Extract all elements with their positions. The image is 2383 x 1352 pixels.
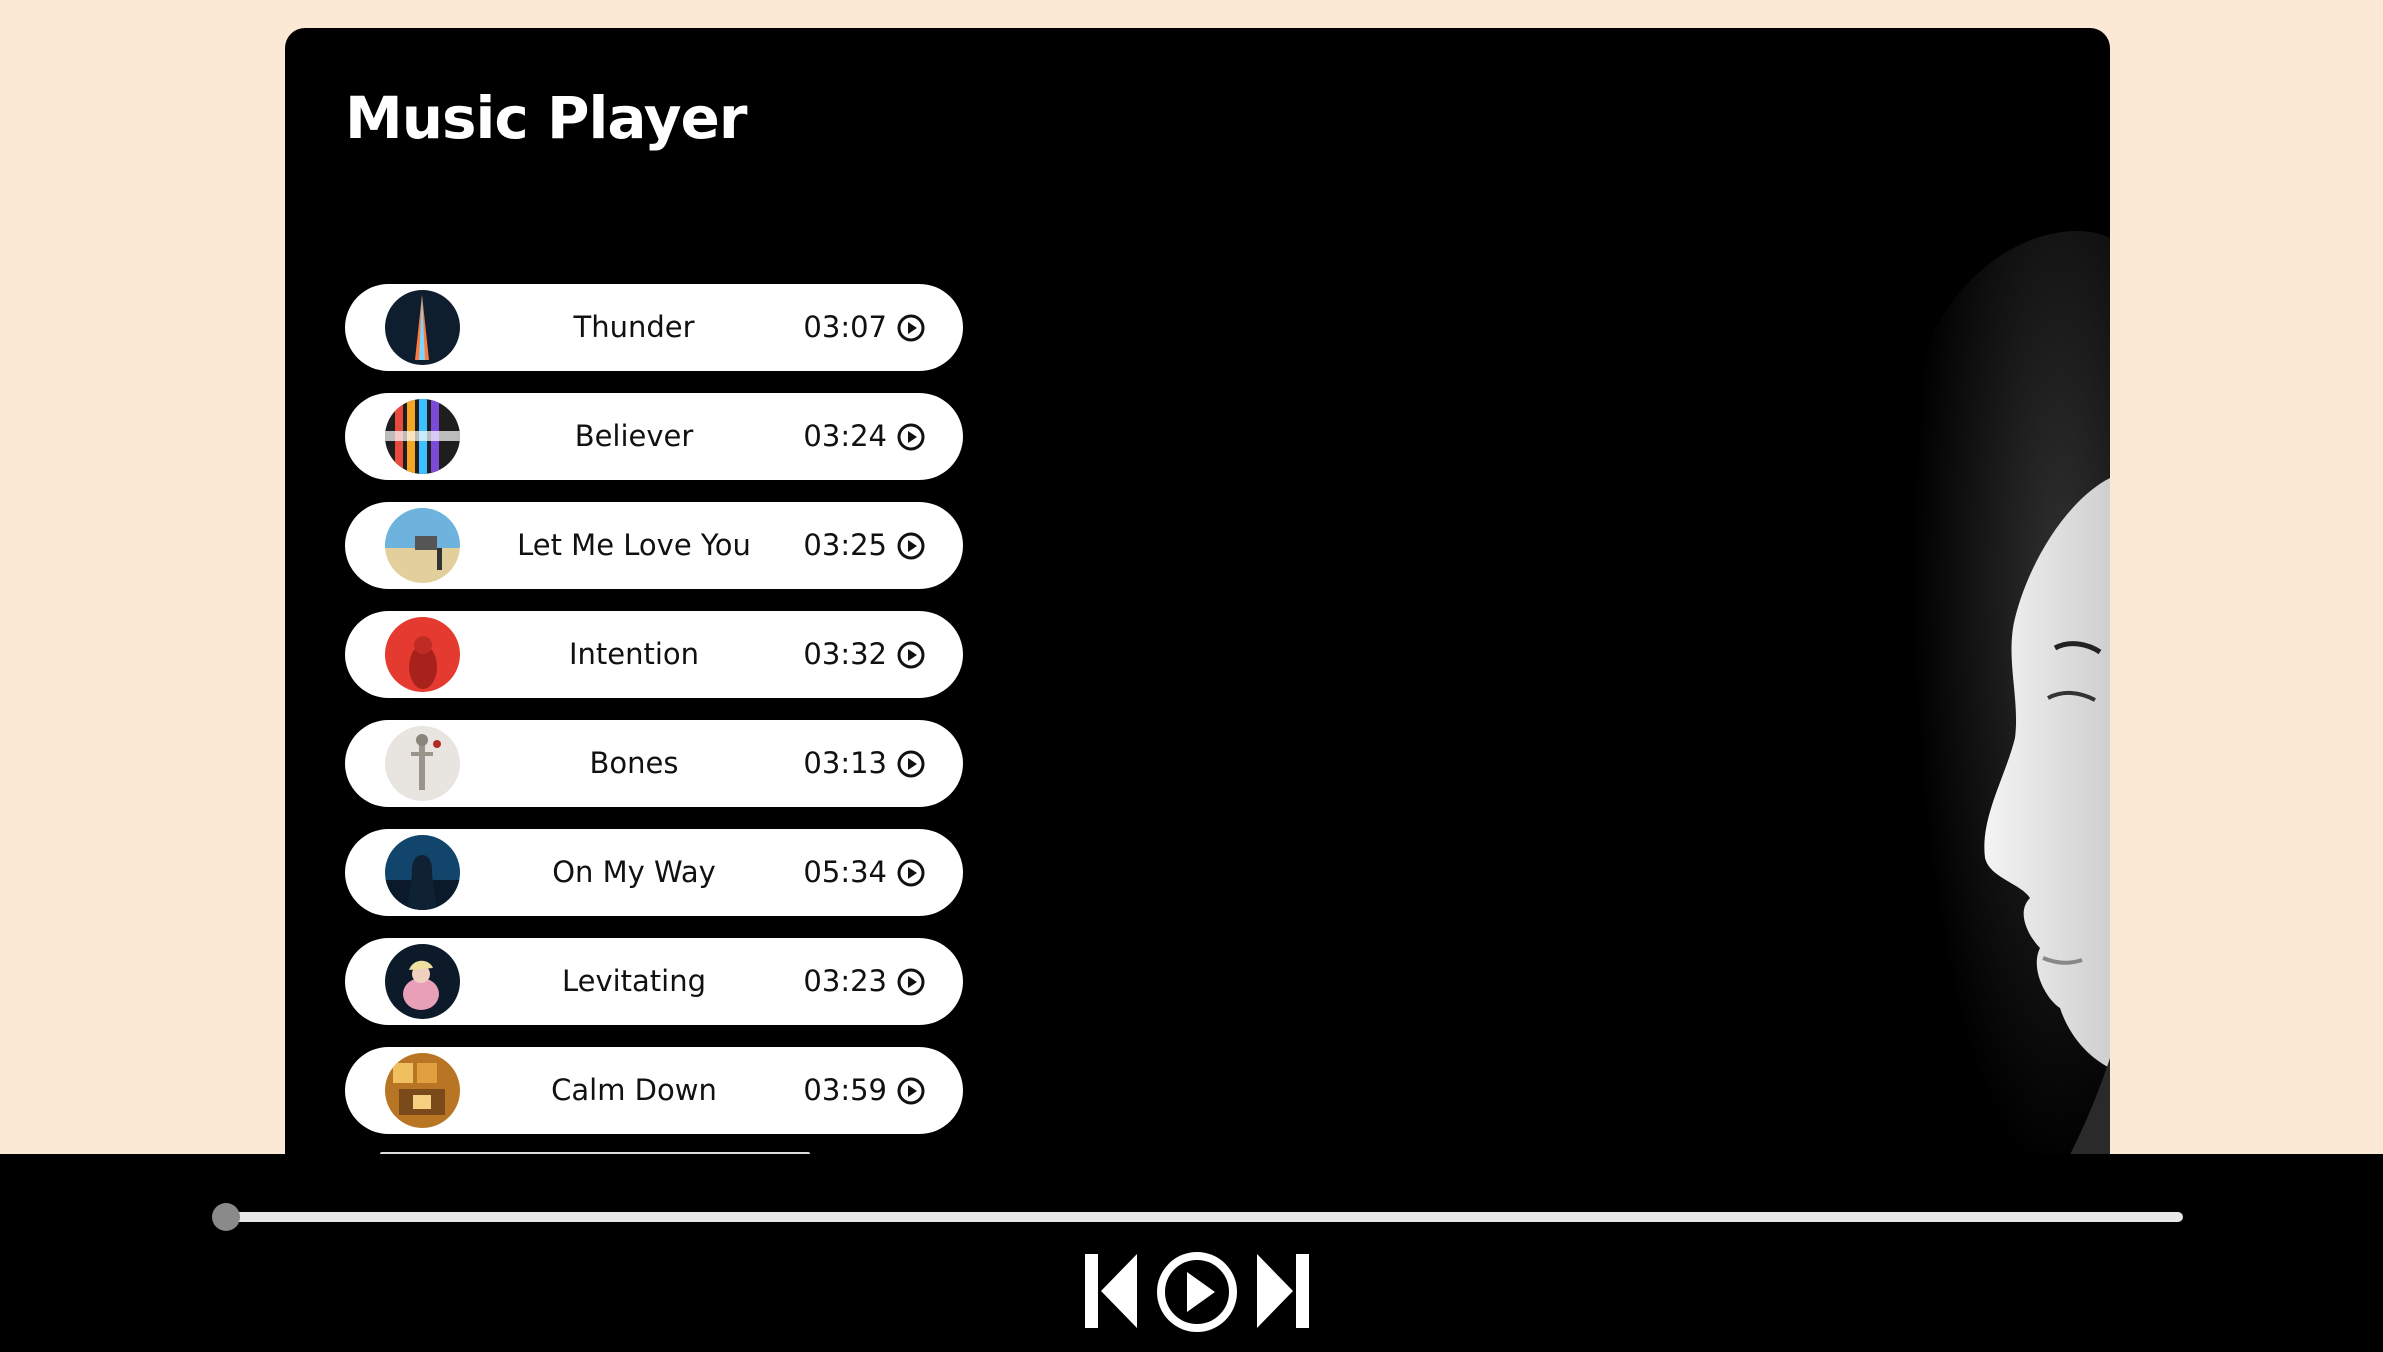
song-duration: 03:23 <box>803 964 887 998</box>
play-circle-icon[interactable] <box>897 641 925 669</box>
play-circle-icon[interactable] <box>897 750 925 778</box>
song-duration: 03:59 <box>803 1073 887 1107</box>
play-circle-icon[interactable] <box>897 859 925 887</box>
album-cover <box>385 508 460 583</box>
song-duration: 03:07 <box>803 310 887 344</box>
song-row[interactable]: Levitating 03:23 <box>345 938 963 1025</box>
song-title: Calm Down <box>551 1073 717 1107</box>
song-duration: 03:32 <box>803 637 887 671</box>
play-icon[interactable] <box>1155 1250 1239 1334</box>
song-row[interactable]: Intention 03:32 <box>345 611 963 698</box>
song-row[interactable]: Calm Down 03:59 <box>345 1047 963 1134</box>
play-circle-icon[interactable] <box>897 968 925 996</box>
player-controls-bar <box>0 1154 2383 1352</box>
player-panel: Music Player Thunder 03:07 Believer 03:2… <box>285 28 2110 1228</box>
song-title: Believer <box>574 419 694 453</box>
skip-back-icon[interactable] <box>1083 1252 1139 1330</box>
song-duration: 05:34 <box>803 855 887 889</box>
song-title: Levitating <box>561 964 707 998</box>
album-cover <box>385 726 460 801</box>
play-circle-icon[interactable] <box>897 423 925 451</box>
song-row[interactable]: Bones 03:13 <box>345 720 963 807</box>
song-duration: 03:25 <box>803 528 887 562</box>
play-circle-icon[interactable] <box>897 532 925 560</box>
song-title: Let Me Love You <box>517 528 751 562</box>
song-row[interactable]: Thunder 03:07 <box>345 284 963 371</box>
album-cover <box>385 835 460 910</box>
song-duration: 03:13 <box>803 746 887 780</box>
progress-handle[interactable] <box>212 1203 240 1231</box>
skip-forward-icon[interactable] <box>1255 1252 1311 1330</box>
song-title: Thunder <box>573 310 695 344</box>
play-circle-icon[interactable] <box>897 1077 925 1105</box>
song-list: Thunder 03:07 Believer 03:24 Let Me Love… <box>345 284 963 1156</box>
page-title: Music Player <box>345 84 747 152</box>
song-duration: 03:24 <box>803 419 887 453</box>
song-title: Bones <box>589 746 679 780</box>
album-cover <box>385 290 460 365</box>
song-row[interactable]: On My Way 05:34 <box>345 829 963 916</box>
album-cover <box>385 399 460 474</box>
song-title: On My Way <box>552 855 716 889</box>
play-circle-icon[interactable] <box>897 314 925 342</box>
album-cover <box>385 1053 460 1128</box>
album-cover <box>385 944 460 1019</box>
song-row[interactable]: Believer 03:24 <box>345 393 963 480</box>
background-portrait-image <box>1510 178 2110 1228</box>
progress-track[interactable] <box>225 1212 2183 1222</box>
song-title: Intention <box>568 637 700 671</box>
album-cover <box>385 617 460 692</box>
song-row[interactable]: Let Me Love You 03:25 <box>345 502 963 589</box>
